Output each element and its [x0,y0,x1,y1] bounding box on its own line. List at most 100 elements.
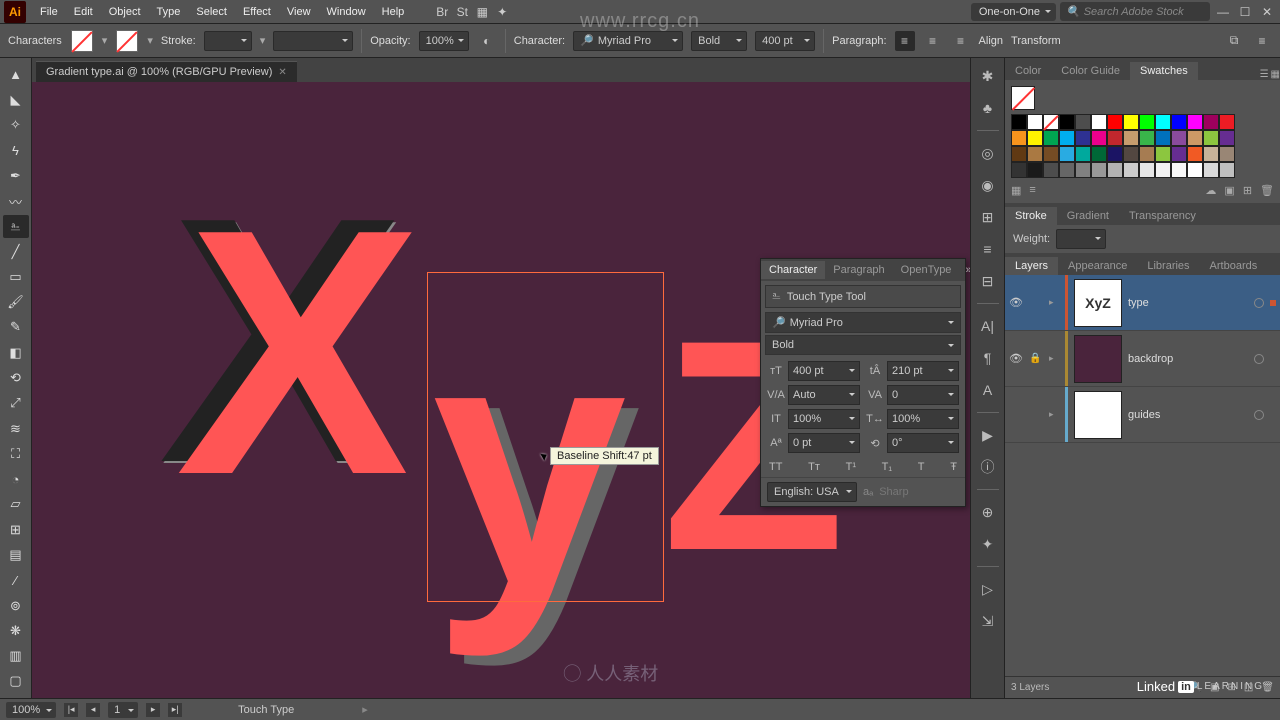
layer-row[interactable]: 👁🔒▸backdrop [1005,331,1280,387]
baseline-input[interactable]: 0 pt [788,433,860,453]
menu-view[interactable]: View [279,2,319,22]
swatch[interactable] [1187,162,1203,178]
attributes-icon[interactable]: ⊕ [976,500,1000,524]
swatch[interactable] [1107,162,1123,178]
menu-effect[interactable]: Effect [235,2,279,22]
swatch[interactable] [1219,162,1235,178]
tracking-input[interactable]: 0 [887,385,959,405]
character-panel[interactable]: Character Paragraph OpenType » ≡ ⎁ Touch… [760,258,966,507]
tab-libraries[interactable]: Libraries [1137,257,1199,275]
swatch-lib-icon[interactable]: ▦ [1011,184,1021,197]
asset-export-icon[interactable]: ⇲ [976,609,1000,633]
swatch[interactable] [1091,130,1107,146]
swatch[interactable] [1171,162,1187,178]
symbol-sprayer-tool[interactable]: ❋ [3,619,29,642]
recolor-icon[interactable]: ◐ [477,31,497,51]
gpu-icon[interactable]: ✦ [492,2,512,22]
swatch[interactable] [1059,114,1075,130]
tab-color[interactable]: Color [1005,62,1051,80]
char-styles-icon[interactable]: A [976,378,1000,402]
font-size-dd[interactable]: 400 pt [755,31,815,51]
swatch[interactable] [1155,162,1171,178]
tab-color-guide[interactable]: Color Guide [1051,62,1130,80]
layer-name[interactable]: type [1128,297,1248,309]
stock-icon[interactable]: St [452,2,472,22]
swatch[interactable] [1059,162,1075,178]
minimize-button[interactable]: — [1214,5,1232,19]
font-family-input[interactable]: 🔎 Myriad Pro [765,312,961,333]
eraser-tool[interactable]: ◧ [3,341,29,364]
paragraph-styles-icon[interactable]: ¶ [976,346,1000,370]
artboard-number[interactable]: 1 [108,702,138,718]
swatch[interactable] [1027,162,1043,178]
swatch[interactable] [1075,146,1091,162]
swatch[interactable] [1155,146,1171,162]
paintbrush-tool[interactable]: 🖌 [3,291,29,314]
swatch-list-icon[interactable]: ☰ [1260,69,1269,80]
align-right-icon[interactable]: ≡ [951,31,971,51]
font-size-input[interactable]: 400 pt [788,361,860,381]
navigator-icon[interactable]: ✦ [976,532,1000,556]
selection-tool[interactable]: ▲ [3,63,29,86]
touch-type-tool[interactable]: ⎁ [3,215,29,238]
stroke-swatch[interactable] [116,30,138,52]
leading-input[interactable]: 210 pt [887,361,959,381]
target-icon[interactable] [1254,410,1264,420]
swatch[interactable] [1075,162,1091,178]
stroke-weight-input[interactable] [204,31,252,51]
swatch[interactable] [1123,146,1139,162]
visibility-toggle[interactable]: 👁 [1009,352,1023,365]
caps-super[interactable]: T¹ [846,461,856,473]
weight-input[interactable] [1056,229,1106,249]
nav-prev-icon[interactable]: ◂ [86,703,100,717]
menu-type[interactable]: Type [149,2,189,22]
swatch[interactable] [1139,162,1155,178]
brushes-icon[interactable]: ✱ [976,64,1000,88]
swatch[interactable] [1187,114,1203,130]
layer-name[interactable]: backdrop [1128,353,1248,365]
pen-tool[interactable]: ✒ [3,164,29,187]
isolate-icon[interactable]: ⧉ [1224,31,1244,51]
arrange-icon[interactable]: ▦ [472,2,492,22]
swatch[interactable] [1187,146,1203,162]
swatch[interactable] [1075,114,1091,130]
vscale-input[interactable]: 100% [788,409,860,429]
swatch-new-icon[interactable]: ⊞ [1243,184,1252,197]
nav-last-icon[interactable]: ▸| [168,703,182,717]
font-family-dd[interactable]: 🔎Myriad Pro [573,31,683,51]
swatch[interactable] [1203,162,1219,178]
artboard-tool[interactable]: ▢ [3,670,29,693]
transform-icon[interactable]: ⊞ [976,205,1000,229]
rotation-input[interactable]: 0° [887,433,959,453]
font-style-dd[interactable]: Bold [691,31,747,51]
blend-tool[interactable]: ⊚ [3,594,29,617]
caps-sc[interactable]: Tт [808,461,820,473]
swatch-trash-icon[interactable]: 🗑 [1260,184,1274,197]
align-center-icon[interactable]: ≡ [923,31,943,51]
swatch[interactable] [1219,130,1235,146]
lock-toggle[interactable]: 🔒 [1029,353,1043,364]
swatch[interactable] [1219,114,1235,130]
nav-next-icon[interactable]: ▸ [146,703,160,717]
line-tool[interactable]: ╱ [3,240,29,263]
swatch[interactable] [1139,146,1155,162]
menu-file[interactable]: File [32,2,66,22]
rectangle-tool[interactable]: ▭ [3,265,29,288]
tab-opentype[interactable]: OpenType [893,261,960,279]
fill-swatch[interactable] [71,30,93,52]
swatch-cloud-icon[interactable]: ☁ [1205,184,1216,197]
font-style-input[interactable]: Bold [765,335,961,355]
appearance-icon[interactable]: ◉ [976,173,1000,197]
tab-appearance[interactable]: Appearance [1058,257,1137,275]
tab-stroke[interactable]: Stroke [1005,207,1057,225]
swatch[interactable] [1203,114,1219,130]
hscale-input[interactable]: 100% [887,409,959,429]
menu-object[interactable]: Object [101,2,149,22]
swatch-row[interactable] [1011,162,1274,178]
swatch[interactable] [1075,130,1091,146]
swatch[interactable] [1107,114,1123,130]
swatch[interactable] [1123,130,1139,146]
symbols-icon[interactable]: ♣ [976,96,1000,120]
swatch-group-icon[interactable]: ▣ [1224,184,1234,197]
swatch[interactable] [1203,130,1219,146]
